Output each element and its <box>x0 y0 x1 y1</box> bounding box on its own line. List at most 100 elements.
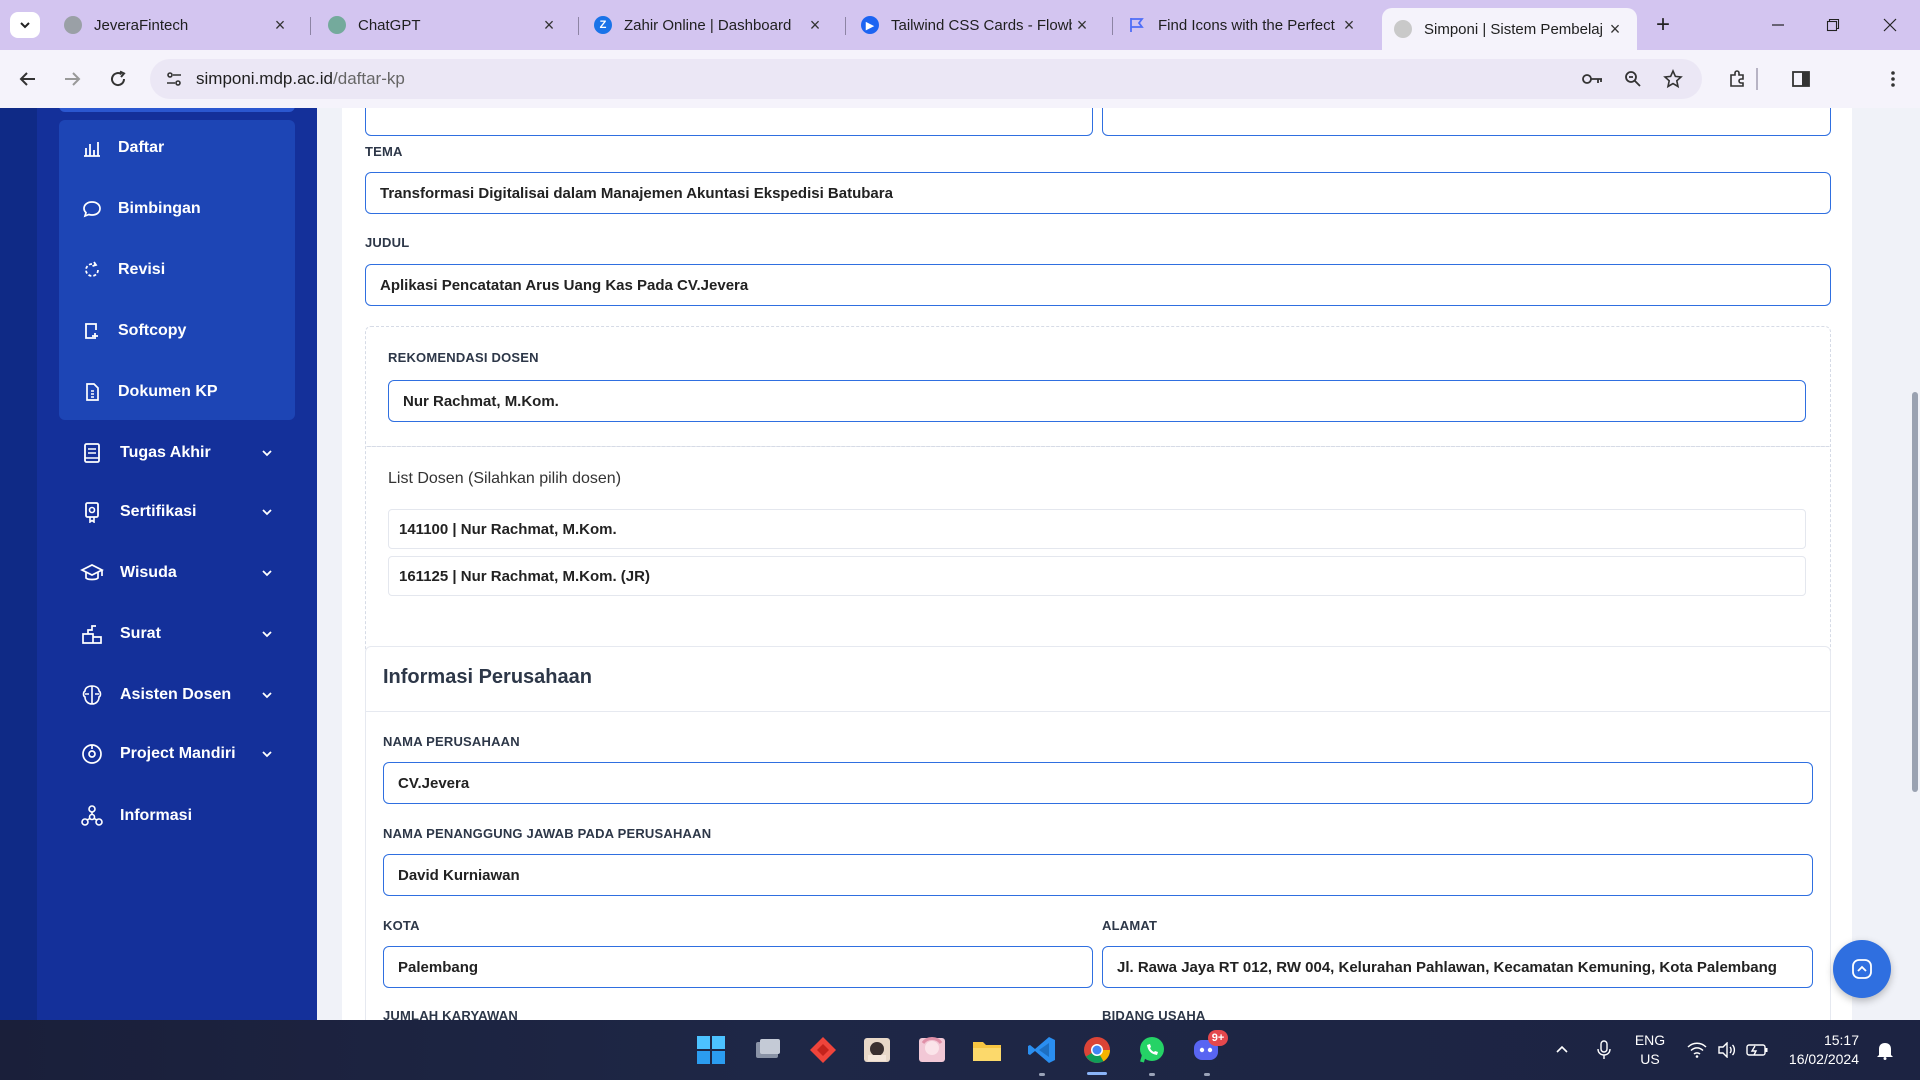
penanggung-jawab-input[interactable]: David Kurniawan <box>383 854 1813 896</box>
notification-bell-icon[interactable] <box>1873 1020 1897 1080</box>
photo-app-icon[interactable] <box>857 1030 897 1070</box>
browser-tab[interactable]: Z Zahir Online | Dashboard × <box>582 8 837 42</box>
chrome-icon[interactable] <box>1077 1030 1117 1070</box>
browser-tab[interactable]: JeveraFintech × <box>52 8 302 42</box>
sidebar-item-bimbingan[interactable]: Bimbingan <box>80 191 280 227</box>
sidebar-item-label: Dokumen KP <box>118 383 218 400</box>
simponi-icon <box>1394 20 1412 38</box>
close-icon[interactable]: × <box>805 15 825 35</box>
sidebar-item-asisten-dosen[interactable]: Asisten Dosen <box>80 677 275 713</box>
minimize-button[interactable] <box>1758 12 1798 38</box>
browser-menu-icon[interactable] <box>1878 64 1908 94</box>
back-button[interactable] <box>13 64 43 94</box>
sidebar-item-label: Asisten Dosen <box>120 686 232 703</box>
reload-button[interactable] <box>103 64 133 94</box>
sidebar-item-label: Informasi <box>120 807 193 824</box>
sidebar-item-sertifikasi[interactable]: Sertifikasi <box>80 494 275 530</box>
zoom-icon[interactable] <box>1618 64 1648 94</box>
target-icon <box>80 742 104 766</box>
refresh-icon <box>80 258 104 282</box>
sidebar-item-wisuda[interactable]: Wisuda <box>80 555 275 591</box>
close-icon[interactable]: × <box>539 15 559 35</box>
anime-app-icon[interactable] <box>912 1030 952 1070</box>
sidebar-item-label: Wisuda <box>120 564 177 581</box>
sidebar-item-surat[interactable]: Surat <box>80 616 275 652</box>
clock[interactable]: 15:17 16/02/2024 <box>1775 1031 1859 1069</box>
card-divider <box>365 711 1831 712</box>
forward-button[interactable] <box>57 64 87 94</box>
chevron-down-icon <box>259 565 275 581</box>
chevron-down-icon <box>259 626 275 642</box>
sidebar-item-softcopy[interactable]: Softcopy <box>80 313 280 349</box>
close-icon[interactable]: × <box>1339 15 1359 35</box>
sidebar-item-label: Surat <box>120 625 161 642</box>
tema-input[interactable]: Transformasi Digitalisai dalam Manajemen… <box>365 172 1831 214</box>
url-text: simponi.mdp.ac.id/daftar-kp <box>196 69 405 89</box>
sidebar-item-label: Sertifikasi <box>120 503 197 520</box>
bookmark-star-icon[interactable] <box>1658 64 1688 94</box>
whatsapp-icon[interactable] <box>1132 1030 1172 1070</box>
sidebar-item-dokumen-kp[interactable]: Dokumen KP <box>80 374 280 410</box>
volume-icon[interactable] <box>1715 1020 1739 1080</box>
close-icon[interactable]: × <box>1605 19 1625 39</box>
rekomendasi-dosen-input[interactable]: Nur Rachmat, M.Kom. <box>388 380 1806 422</box>
top-field-right[interactable] <box>1102 108 1831 136</box>
tray-overflow-button[interactable] <box>1550 1020 1574 1080</box>
browser-tab-strip: JeveraFintech × ChatGPT × Z Zahir Online… <box>0 0 1920 50</box>
chevron-down-icon <box>259 445 275 461</box>
nama-perusahaan-label: NAMA PERUSAHAAN <box>383 734 520 749</box>
url-host: simponi.mdp.ac.id <box>196 69 334 88</box>
windows-start-icon[interactable] <box>691 1030 731 1070</box>
chevron-up-icon <box>1556 1045 1568 1053</box>
microphone-icon[interactable] <box>1592 1020 1616 1080</box>
sidebar-item-revisi[interactable]: Revisi <box>80 252 280 288</box>
clock-date: 16/02/2024 <box>1788 1051 1859 1067</box>
browser-tab[interactable]: ChatGPT × <box>316 8 571 42</box>
side-panel-icon[interactable] <box>1786 64 1816 94</box>
kota-label: KOTA <box>383 918 420 933</box>
window-close-button[interactable] <box>1870 12 1910 38</box>
chevron-up-circle-icon <box>1852 959 1872 979</box>
password-key-icon[interactable] <box>1578 64 1608 94</box>
kota-input[interactable]: Palembang <box>383 946 1093 988</box>
input-language[interactable]: ENG US <box>1628 1031 1672 1069</box>
brain-icon <box>80 683 104 707</box>
nama-perusahaan-input[interactable]: CV.Jevera <box>383 762 1813 804</box>
extensions-icon[interactable] <box>1722 64 1752 94</box>
anydesk-icon[interactable] <box>803 1030 843 1070</box>
page-scrollbar-thumb[interactable] <box>1912 392 1918 792</box>
close-icon[interactable]: × <box>1072 15 1092 35</box>
sidebar-item-project-mandiri[interactable]: Project Mandiri <box>80 736 275 772</box>
judul-input[interactable]: Aplikasi Pencatatan Arus Uang Kas Pada C… <box>365 264 1831 306</box>
browser-tab[interactable]: ▶ Tailwind CSS Cards - Flowb × <box>849 8 1104 42</box>
battery-icon[interactable] <box>1745 1020 1769 1080</box>
dosen-option[interactable]: 141100 | Nur Rachmat, M.Kom. <box>388 509 1806 549</box>
dosen-option[interactable]: 161125 | Nur Rachmat, M.Kom. (JR) <box>388 556 1806 596</box>
new-tab-button[interactable]: + <box>1648 11 1678 38</box>
site-info-icon[interactable] <box>156 64 192 94</box>
close-icon <box>1883 18 1897 32</box>
top-field-left[interactable] <box>365 108 1093 136</box>
app-running-indicator <box>1204 1073 1210 1076</box>
wifi-icon[interactable] <box>1685 1020 1709 1080</box>
network-icon <box>80 804 104 828</box>
sidebar-item-tugas-akhir[interactable]: Tugas Akhir <box>80 435 275 471</box>
close-icon[interactable]: × <box>270 15 290 35</box>
browser-tab[interactable]: Find Icons with the Perfect × <box>1116 8 1371 42</box>
sidebar-item-daftar[interactable]: Daftar <box>80 130 280 166</box>
tab-separator <box>310 17 311 35</box>
url-path: /daftar-kp <box>333 69 405 88</box>
sidebar-item-informasi[interactable]: Informasi <box>80 798 275 834</box>
alamat-input[interactable]: Jl. Rawa Jaya RT 012, RW 004, Kelurahan … <box>1102 946 1813 988</box>
file-edit-icon <box>80 319 104 343</box>
scroll-top-button[interactable] <box>1833 940 1891 998</box>
tab-search-button[interactable] <box>10 12 40 38</box>
flowbite-icon: ▶ <box>861 16 879 34</box>
address-bar[interactable]: simponi.mdp.ac.id/daftar-kp <box>150 59 1702 99</box>
restore-button[interactable] <box>1813 12 1853 38</box>
penanggung-jawab-label: NAMA PENANGGUNG JAWAB PADA PERUSAHAAN <box>383 826 712 841</box>
task-view-icon[interactable] <box>748 1030 788 1070</box>
browser-tab-active[interactable]: Simponi | Sistem Pembelaj × <box>1382 8 1637 50</box>
vscode-icon[interactable] <box>1022 1030 1062 1070</box>
file-explorer-icon[interactable] <box>967 1030 1007 1070</box>
